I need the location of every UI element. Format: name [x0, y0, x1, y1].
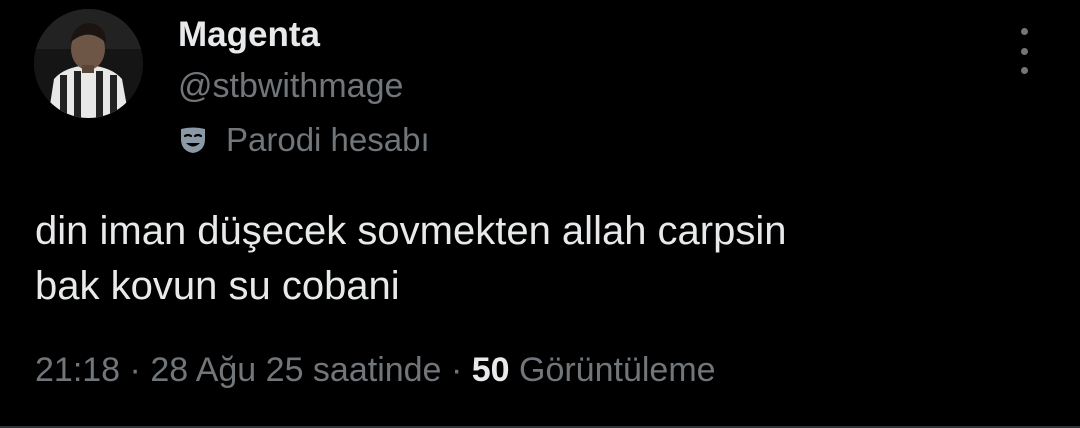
tweet-text: din iman düşecek sovmekten allah carpsin…: [35, 204, 1045, 314]
tweet-time[interactable]: 21:18: [35, 351, 120, 389]
avatar-photo: [34, 9, 143, 118]
author-handle[interactable]: @stbwithmage: [178, 66, 403, 106]
more-options-icon[interactable]: [1006, 28, 1042, 74]
parody-label-text: Parodi hesabı: [226, 121, 430, 158]
author-display-name[interactable]: Magenta: [178, 14, 320, 56]
views-label[interactable]: Görüntüleme: [519, 351, 716, 389]
tweet-meta: 21:18 · 28 Ağu 25 saatinde · 50 Görüntül…: [35, 348, 716, 392]
tweet-text-line: din iman düşecek sovmekten allah carpsin: [35, 209, 787, 253]
theater-mask-icon: [176, 123, 210, 157]
parody-account-label: Parodi hesabı: [176, 118, 430, 162]
avatar[interactable]: [34, 9, 143, 118]
views-count[interactable]: 50: [472, 351, 510, 389]
tweet-text-line: bak kovun su cobani: [35, 264, 400, 308]
tweet-date[interactable]: 28 Ağu 25 saatinde: [150, 351, 441, 389]
meta-separator: ·: [450, 351, 463, 389]
meta-separator: ·: [129, 351, 141, 389]
